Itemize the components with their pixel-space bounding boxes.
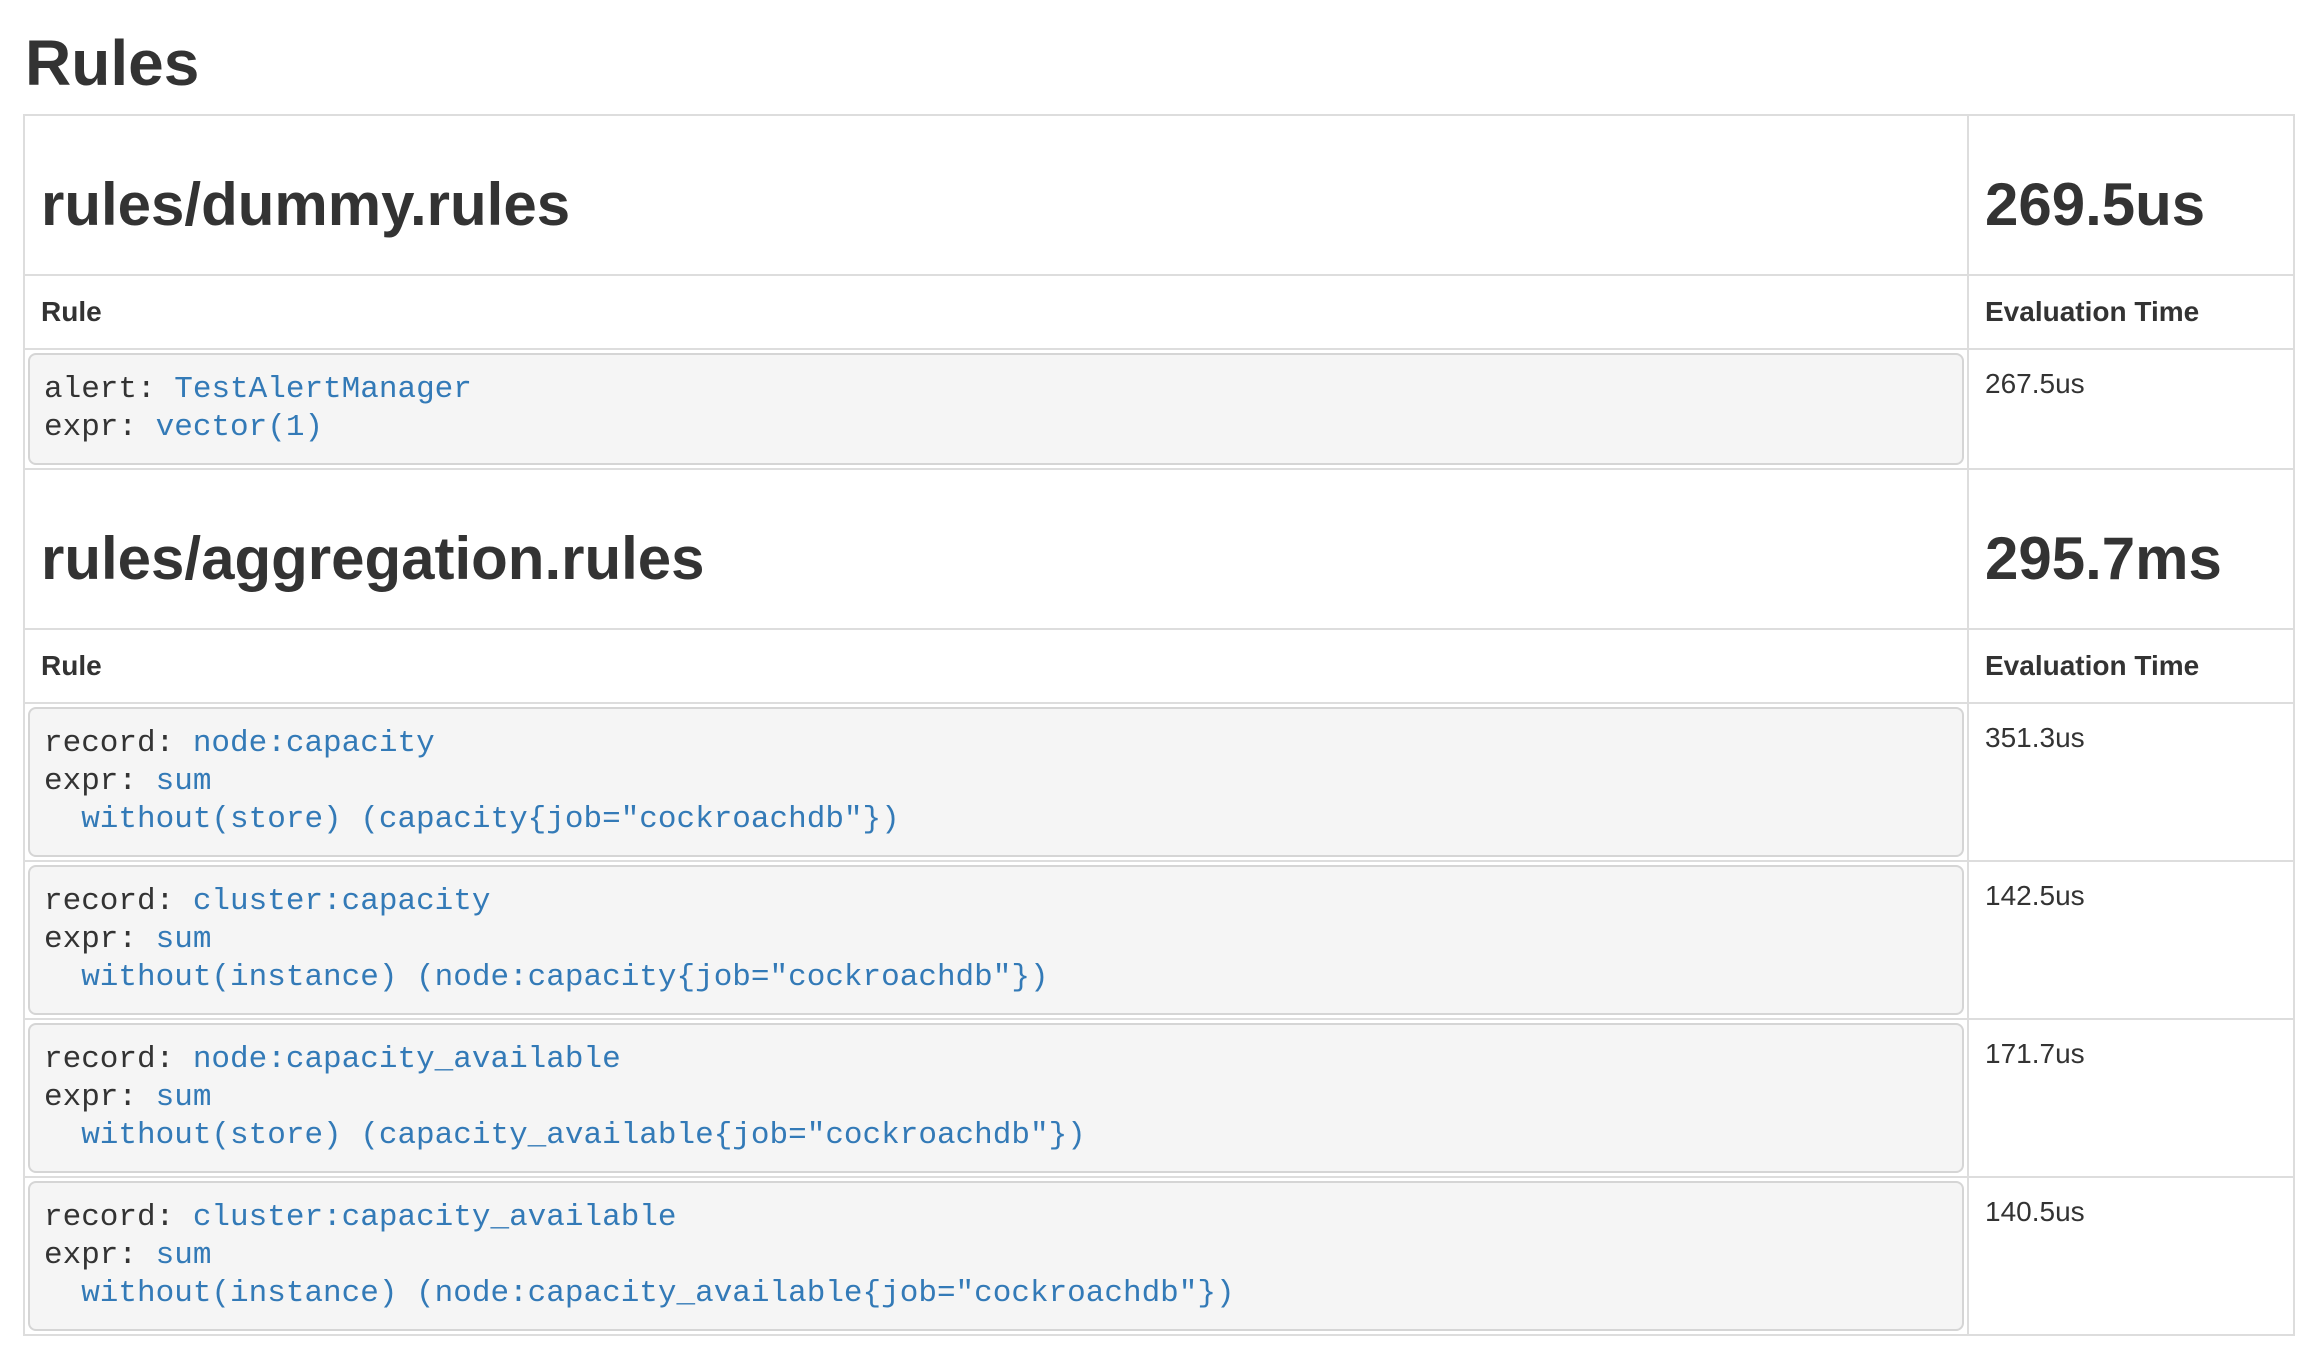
rule-cell: alert: TestAlertManager expr: vector(1) <box>24 349 1968 469</box>
page-container: Rules rules/dummy.rules 269.5us Rule Eva… <box>0 26 2316 1336</box>
group-time-cell: 295.7ms <box>1968 469 2294 629</box>
rule-pre: record: node:capacity expr: sum without(… <box>28 707 1964 857</box>
rule-key-label: record: <box>44 1200 193 1235</box>
rule-row: record: cluster:capacity_available expr:… <box>24 1177 2294 1335</box>
record-name-link[interactable]: node:capacity_available <box>193 1042 621 1077</box>
rule-row: alert: TestAlertManager expr: vector(1) … <box>24 349 2294 469</box>
expr-link[interactable]: sum without(store) (capacity_available{j… <box>44 1080 1086 1153</box>
rule-pre: record: node:capacity_available expr: su… <box>28 1023 1964 1173</box>
rule-cell: record: cluster:capacity_available expr:… <box>24 1177 1968 1335</box>
alert-name-link[interactable]: TestAlertManager <box>174 372 472 407</box>
rules-table: rules/dummy.rules 269.5us Rule Evaluatio… <box>23 114 2295 1336</box>
group-time-cell: 269.5us <box>1968 115 2294 275</box>
col-header-rule: Rule <box>24 275 1968 349</box>
eval-time-value: 142.5us <box>1968 861 2294 1019</box>
rule-pre: alert: TestAlertManager expr: vector(1) <box>28 353 1964 465</box>
rule-pre: record: cluster:capacity_available expr:… <box>28 1181 1964 1331</box>
expr-link[interactable]: sum without(instance) (node:capacity{job… <box>44 922 1049 995</box>
rule-key-label: record: <box>44 726 193 761</box>
group-name-cell: rules/dummy.rules <box>24 115 1968 275</box>
column-header-row: Rule Evaluation Time <box>24 629 2294 703</box>
rule-key-label: expr: <box>44 922 156 957</box>
group-header-row: rules/aggregation.rules 295.7ms <box>24 469 2294 629</box>
rule-key-label: expr: <box>44 410 156 445</box>
group-eval-time: 295.7ms <box>1985 526 2277 592</box>
record-name-link[interactable]: cluster:capacity <box>193 884 491 919</box>
rule-key-label: expr: <box>44 1238 156 1273</box>
rule-row: record: node:capacity expr: sum without(… <box>24 703 2294 861</box>
rule-key-label: expr: <box>44 1080 156 1115</box>
rule-cell: record: node:capacity expr: sum without(… <box>24 703 1968 861</box>
rule-key-label: record: <box>44 884 193 919</box>
rule-cell: record: cluster:capacity expr: sum witho… <box>24 861 1968 1019</box>
group-file-name: rules/aggregation.rules <box>41 526 1951 592</box>
rule-key-label: alert: <box>44 372 174 407</box>
group-eval-time: 269.5us <box>1985 172 2277 238</box>
rule-pre: record: cluster:capacity expr: sum witho… <box>28 865 1964 1015</box>
group-header-row: rules/dummy.rules 269.5us <box>24 115 2294 275</box>
col-header-eval-time: Evaluation Time <box>1968 629 2294 703</box>
page-title: Rules <box>25 26 2293 100</box>
rule-row: record: cluster:capacity expr: sum witho… <box>24 861 2294 1019</box>
rule-row: record: node:capacity_available expr: su… <box>24 1019 2294 1177</box>
record-name-link[interactable]: cluster:capacity_available <box>193 1200 677 1235</box>
expr-link[interactable]: sum without(instance) (node:capacity_ava… <box>44 1238 1235 1311</box>
expr-link[interactable]: sum without(store) (capacity{job="cockro… <box>44 764 900 837</box>
eval-time-value: 267.5us <box>1968 349 2294 469</box>
group-file-name: rules/dummy.rules <box>41 172 1951 238</box>
column-header-row: Rule Evaluation Time <box>24 275 2294 349</box>
col-header-eval-time: Evaluation Time <box>1968 275 2294 349</box>
rule-cell: record: node:capacity_available expr: su… <box>24 1019 1968 1177</box>
col-header-rule: Rule <box>24 629 1968 703</box>
eval-time-value: 140.5us <box>1968 1177 2294 1335</box>
record-name-link[interactable]: node:capacity <box>193 726 435 761</box>
rule-key-label: record: <box>44 1042 193 1077</box>
expr-link[interactable]: vector(1) <box>156 410 323 445</box>
group-name-cell: rules/aggregation.rules <box>24 469 1968 629</box>
rule-key-label: expr: <box>44 764 156 799</box>
eval-time-value: 351.3us <box>1968 703 2294 861</box>
eval-time-value: 171.7us <box>1968 1019 2294 1177</box>
